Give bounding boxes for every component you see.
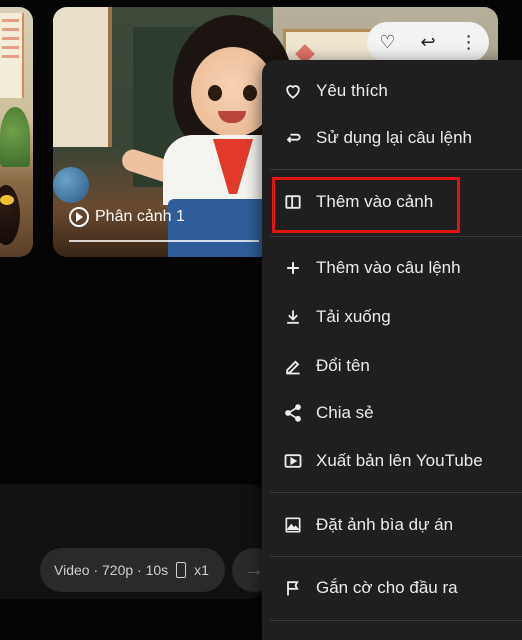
output-count: x1	[194, 562, 209, 578]
scene-label: Phân cảnh 1	[69, 207, 185, 227]
favorite-icon[interactable]: ♡	[376, 31, 398, 53]
share-icon	[282, 402, 304, 424]
menu-divider	[270, 620, 522, 621]
reuse-icon[interactable]: ↩	[417, 31, 439, 53]
menu-divider	[270, 236, 522, 237]
menu-item-flag-output[interactable]: Gắn cờ cho đầu ra	[262, 568, 522, 608]
context-menu: Yêu thích Sử dụng lại câu lệnh Thêm vào …	[262, 60, 522, 640]
menu-divider	[270, 556, 522, 557]
download-icon	[282, 306, 304, 328]
pencil-icon	[282, 355, 304, 377]
more-vert-icon[interactable]: ⋮	[458, 31, 480, 53]
scene-progress-bar	[69, 240, 259, 242]
menu-item-rename[interactable]: Đổi tên	[262, 346, 522, 386]
child-figure	[0, 185, 20, 245]
menu-divider	[270, 169, 522, 170]
flag-icon	[282, 577, 304, 599]
board-frame	[53, 7, 112, 147]
heart-icon	[282, 80, 304, 102]
character-eye	[243, 85, 257, 101]
portrait-aspect-icon	[176, 562, 187, 578]
menu-item-set-cover[interactable]: Đặt ảnh bìa dự án	[262, 505, 522, 545]
menu-item-favorite[interactable]: Yêu thích	[262, 71, 522, 111]
menu-divider	[270, 492, 522, 493]
thumbnail-action-bar: ♡ ↩ ⋮	[367, 22, 489, 62]
settings-text: Video · 720p · 10s	[54, 562, 169, 578]
scene-label-text: Phân cảnh 1	[95, 208, 185, 225]
play-icon[interactable]	[69, 207, 89, 227]
generation-settings-chip[interactable]: Video · 720p · 10s x1	[40, 548, 225, 592]
menu-item-label: Đặt ảnh bìa dự án	[316, 515, 454, 534]
globe-illustration	[53, 167, 89, 203]
previous-scene-thumbnail[interactable]	[0, 7, 33, 257]
menu-item-label: Sử dụng lại câu lệnh	[316, 128, 472, 147]
arrow-right-icon: →	[244, 558, 264, 581]
plus-icon	[282, 257, 304, 279]
menu-item-label: Thêm vào câu lệnh	[316, 258, 461, 277]
menu-item-label: Tải xuống	[316, 307, 391, 326]
character-eye	[208, 85, 222, 101]
menu-item-download[interactable]: Tải xuống	[262, 297, 522, 337]
reuse-icon	[282, 127, 304, 149]
menu-item-label: Gắn cờ cho đầu ra	[316, 578, 458, 597]
plant-decoration	[0, 107, 30, 167]
youtube-icon	[282, 450, 304, 472]
menu-item-label: Xuất bản lên YouTube	[316, 451, 483, 470]
menu-item-label: Yêu thích	[316, 81, 388, 100]
classroom-poster	[0, 13, 24, 98]
highlight-box	[272, 177, 460, 233]
menu-item-add-to-prompt[interactable]: Thêm vào câu lệnh	[262, 248, 522, 288]
image-icon	[282, 514, 304, 536]
menu-item-share[interactable]: Chia sẻ	[262, 393, 522, 433]
hair-bow	[0, 195, 14, 205]
menu-item-publish-youtube[interactable]: Xuất bản lên YouTube	[262, 441, 522, 481]
menu-item-reuse-prompt[interactable]: Sử dụng lại câu lệnh	[262, 118, 522, 158]
menu-item-label: Đổi tên	[316, 356, 370, 375]
menu-item-label: Chia sẻ	[316, 403, 374, 422]
